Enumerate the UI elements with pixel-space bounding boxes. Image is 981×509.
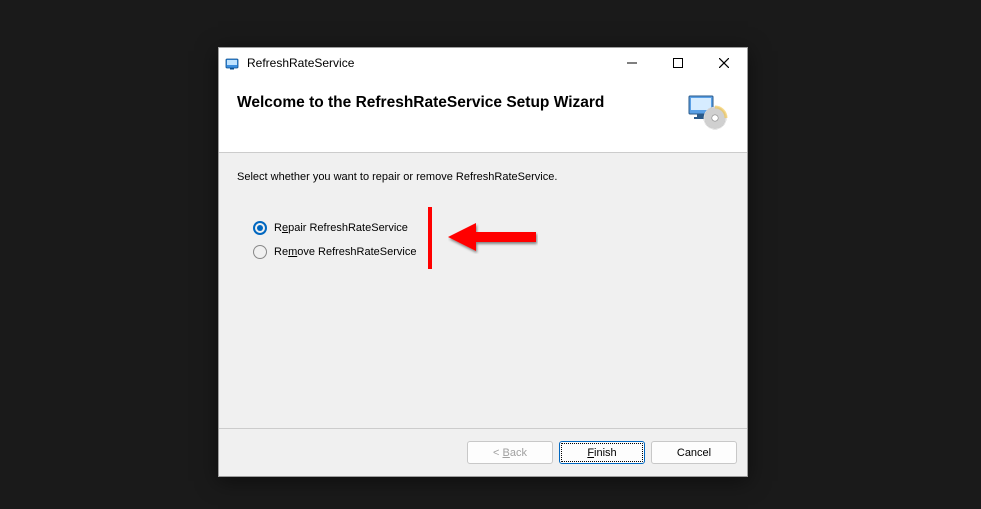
finish-button[interactable]: Finish	[559, 441, 645, 464]
wizard-header: Welcome to the RefreshRateService Setup …	[219, 78, 747, 153]
radio-remove[interactable]: Remove RefreshRateService	[253, 245, 729, 259]
minimize-button[interactable]	[609, 48, 655, 78]
annotation-highlight-bar	[428, 207, 432, 269]
radio-icon	[253, 245, 267, 259]
close-button[interactable]	[701, 48, 747, 78]
titlebar: RefreshRateService	[219, 48, 747, 78]
window-title: RefreshRateService	[247, 56, 609, 70]
close-icon	[719, 58, 729, 68]
minimize-icon	[627, 58, 637, 68]
installer-graphic-icon	[685, 90, 729, 134]
instruction-text: Select whether you want to repair or rem…	[237, 171, 729, 183]
radio-remove-label: Remove RefreshRateService	[274, 246, 416, 258]
radio-repair-label: Repair RefreshRateService	[274, 222, 408, 234]
wizard-footer: < Back Finish Cancel	[219, 428, 747, 476]
cancel-button[interactable]: Cancel	[651, 441, 737, 464]
page-title: Welcome to the RefreshRateService Setup …	[237, 90, 604, 112]
maximize-button[interactable]	[655, 48, 701, 78]
installer-window: RefreshRateService Welcome to the Refres…	[218, 47, 748, 477]
wizard-content: Select whether you want to repair or rem…	[219, 153, 747, 428]
maximize-icon	[673, 58, 683, 68]
window-controls	[609, 48, 747, 78]
action-radio-group: Repair RefreshRateService Remove Refresh…	[253, 221, 729, 259]
back-button: < Back	[467, 441, 553, 464]
app-icon	[225, 55, 241, 71]
radio-repair[interactable]: Repair RefreshRateService	[253, 221, 729, 235]
radio-icon	[253, 221, 267, 235]
